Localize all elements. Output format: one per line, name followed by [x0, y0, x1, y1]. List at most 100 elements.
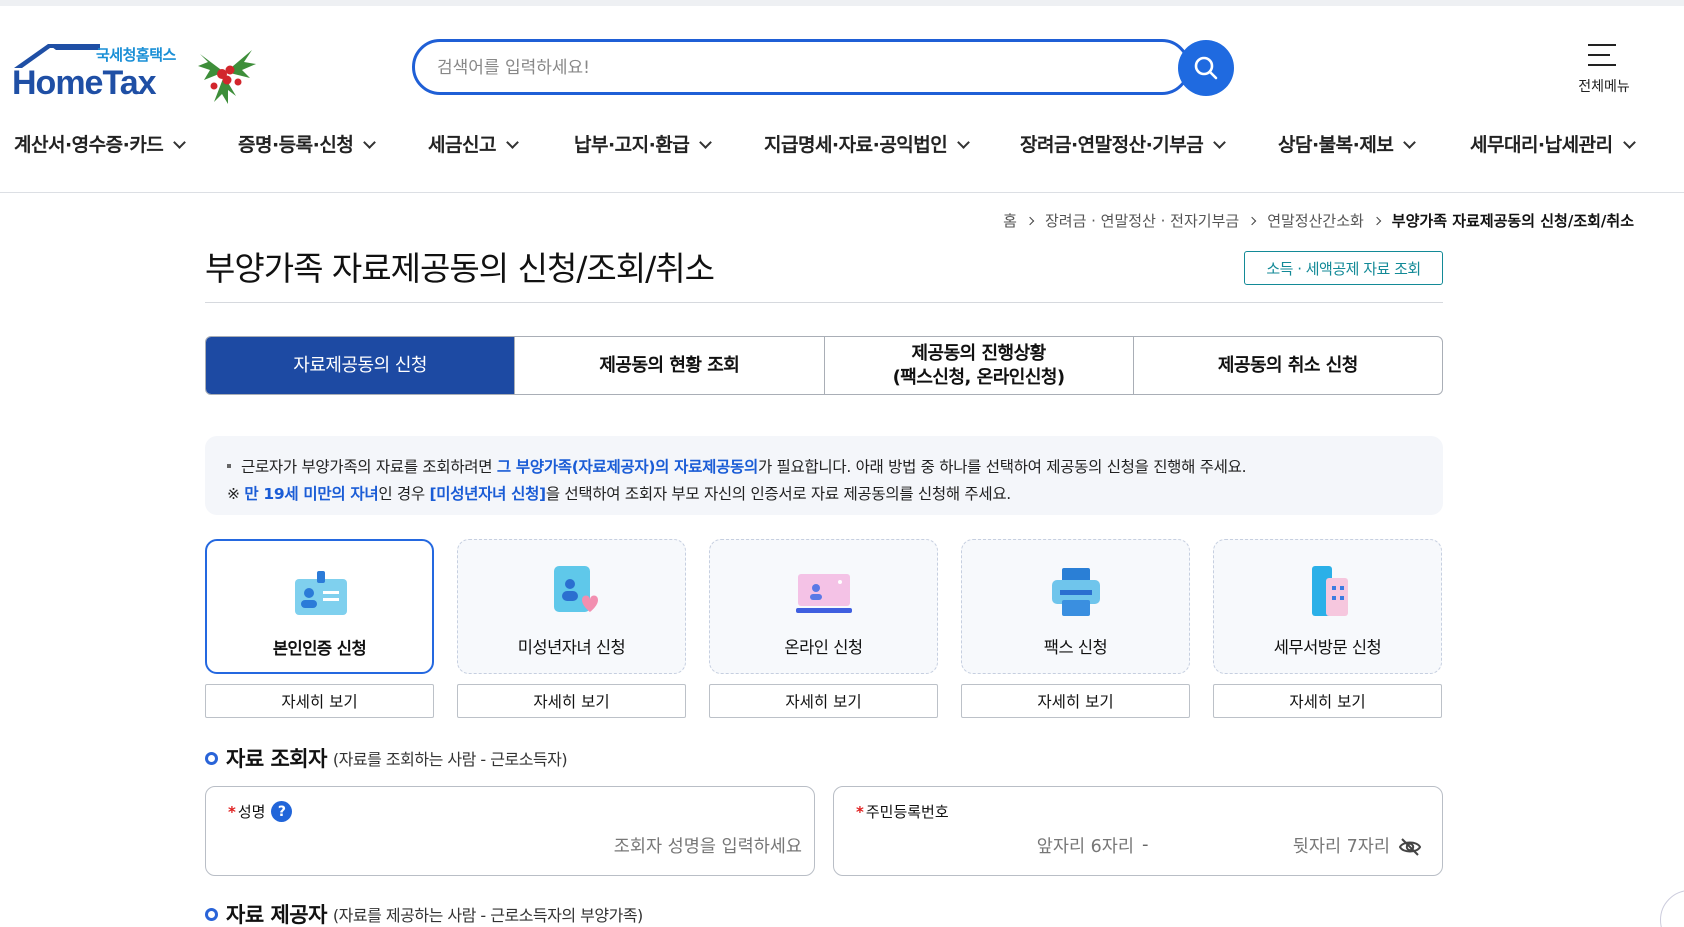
info-highlight: [미성년자녀 신청] — [429, 485, 546, 503]
tab-label: 자료제공동의 신청 — [293, 354, 427, 376]
eye-off-icon[interactable] — [1398, 835, 1422, 859]
nav-item-certificate[interactable]: 증명·등록·신청 — [238, 130, 377, 157]
breadcrumb: 홈 장려금 · 연말정산 · 전자기부금 연말정산간소화 부양가족 자료제공동의… — [1003, 210, 1634, 231]
name-field-panel: * 성명 ? — [205, 786, 815, 876]
chevron-down-icon — [699, 136, 713, 149]
nav-item-tax-report[interactable]: 세금신고 — [428, 130, 519, 157]
chevron-down-icon — [506, 136, 519, 149]
chevron-right-icon — [1025, 216, 1035, 225]
rrn-dash: - — [1142, 834, 1149, 855]
chevron-down-icon — [1403, 136, 1417, 149]
rrn-field-label: * 주민등록번호 — [856, 801, 949, 822]
holly-icon — [198, 50, 256, 104]
chevron-right-icon — [1247, 216, 1257, 225]
all-menu-label: 전체메뉴 — [1578, 79, 1630, 95]
detail-button-online[interactable]: 자세히 보기 — [709, 684, 938, 718]
chevron-down-icon — [363, 136, 377, 149]
nav-item-payment-statement[interactable]: 지급명세·자료·공익법인 — [764, 130, 971, 157]
nav-item-year-end[interactable]: 장려금·연말정산·기부금 — [1020, 130, 1227, 157]
nav-divider — [0, 192, 1684, 193]
hometax-logo[interactable]: 국세청홈택스 HomeTax — [12, 40, 256, 110]
viewer-name-input[interactable] — [228, 831, 802, 863]
method-card-fax[interactable]: 팩스 신청 — [961, 539, 1190, 674]
tab-label: 제공동의 현황 조회 — [599, 354, 740, 376]
rrn-back-input[interactable] — [1164, 831, 1390, 863]
search-button[interactable] — [1178, 40, 1234, 96]
info-line-1: 근로자가 부양가족의 자료를 조회하려면 그 부양가족(자료제공자)의 자료제공… — [227, 454, 1443, 481]
help-icon[interactable]: ? — [271, 801, 293, 822]
nav-item-label: 지급명세·자료·공익법인 — [764, 134, 948, 156]
breadcrumb-level2[interactable]: 연말정산간소화 — [1267, 210, 1364, 231]
nav-item-label: 증명·등록·신청 — [238, 134, 354, 156]
required-mark: * — [856, 802, 864, 821]
tab-consent-apply[interactable]: 자료제공동의 신청 — [206, 337, 515, 394]
name-field-label: * 성명 ? — [228, 801, 293, 822]
nav-item-label: 계산서·영수증·카드 — [14, 134, 164, 156]
field-label-text: 주민등록번호 — [865, 803, 949, 821]
hamburger-icon — [1588, 42, 1620, 68]
info-text: 근로자가 부양가족의 자료를 조회하려면 — [241, 458, 497, 476]
top-strip — [0, 0, 1684, 6]
info-note-mark: ※ — [227, 485, 245, 503]
logo-english-text: HomeTax — [12, 64, 157, 102]
nav-item-label: 상담·불복·제보 — [1278, 134, 1394, 156]
tab-consent-cancel[interactable]: 제공동의 취소 신청 — [1132, 337, 1442, 394]
nav-item-label: 장려금·연말정산·기부금 — [1020, 134, 1204, 156]
tab-consent-progress[interactable]: 제공동의 진행상황 (팩스신청, 온라인신청) — [823, 337, 1133, 394]
main-navigation: 계산서·영수증·카드 증명·등록·신청 세금신고 납부·고지·환급 지급명세·자… — [0, 130, 1684, 164]
section-title: 자료 제공자 — [226, 903, 327, 927]
method-card-label: 본인인증 신청 — [272, 639, 367, 658]
nav-item-tax-agent[interactable]: 세무대리·납세관리 — [1470, 130, 1636, 157]
nav-item-payment[interactable]: 납부·고지·환급 — [574, 130, 713, 157]
search-input[interactable] — [437, 54, 1137, 82]
nav-item-invoice[interactable]: 계산서·영수증·카드 — [14, 130, 187, 157]
nav-item-label: 납부·고지·환급 — [574, 134, 690, 156]
detail-button-fax[interactable]: 자세히 보기 — [961, 684, 1190, 718]
method-card-office-visit[interactable]: 세무서방문 신청 — [1213, 539, 1442, 674]
info-line-2: ※ 만 19세 미만의 자녀인 경우 [미성년자녀 신청]을 선택하여 조회자 … — [227, 481, 1443, 508]
child-heart-icon — [554, 566, 598, 612]
tab-label-sub: (팩스신청, 온라인신청) — [892, 366, 1066, 388]
method-card-online[interactable]: 온라인 신청 — [709, 539, 938, 674]
rrn-front-input[interactable] — [954, 831, 1134, 863]
tab-bar: 자료제공동의 신청 제공동의 현황 조회 제공동의 진행상황 (팩스신청, 온라인… — [205, 336, 1443, 395]
required-mark: * — [228, 802, 236, 821]
chevron-down-icon — [1622, 136, 1636, 149]
chevron-down-icon — [1213, 136, 1227, 149]
deduction-data-lookup-button[interactable]: 소득 · 세액공제 자료 조회 — [1244, 251, 1443, 285]
search-box — [412, 39, 1190, 95]
method-card-label: 온라인 신청 — [784, 638, 863, 657]
method-card-label: 미성년자녀 신청 — [517, 638, 626, 657]
info-text: 가 필요합니다. 아래 방법 중 하나를 선택하여 제공동의 신청을 진행해 주… — [757, 458, 1247, 476]
logo-korean-text: 국세청홈택스 — [96, 46, 176, 64]
breadcrumb-home[interactable]: 홈 — [1003, 210, 1017, 231]
nav-item-consulting[interactable]: 상담·불복·제보 — [1278, 130, 1417, 157]
method-card-minor-child[interactable]: 미성년자녀 신청 — [457, 539, 686, 674]
breadcrumb-current: 부양가족 자료제공동의 신청/조회/취소 — [1391, 212, 1634, 230]
method-card-self-auth[interactable]: 본인인증 신청 — [205, 539, 434, 674]
info-highlight: 만 19세 미만의 자녀 — [244, 485, 379, 503]
tab-consent-status[interactable]: 제공동의 현황 조회 — [514, 337, 823, 394]
info-box: 근로자가 부양가족의 자료를 조회하려면 그 부양가족(자료제공자)의 자료제공… — [205, 436, 1443, 515]
info-highlight: 그 부양가족(자료제공자)의 자료제공동의 — [496, 458, 758, 476]
detail-button-self-auth[interactable]: 자세히 보기 — [205, 684, 434, 718]
bullet-icon — [227, 464, 231, 468]
info-text: 인 경우 — [378, 485, 430, 503]
section-subtitle: (자료를 조회하는 사람 - 근로소득자) — [332, 750, 568, 769]
building-icon — [1312, 566, 1348, 616]
page-title: 부양가족 자료제공동의 신청/조회/취소 — [205, 249, 715, 288]
nav-item-label: 세금신고 — [428, 134, 496, 156]
chevron-down-icon — [957, 136, 971, 149]
info-text: 을 선택하여 조회자 부모 자신의 인증서로 자료 제공동의를 신청해 주세요. — [545, 485, 1011, 503]
all-menu-button[interactable]: 전체메뉴 — [1574, 40, 1634, 100]
tab-label: 제공동의 취소 신청 — [1217, 354, 1359, 376]
breadcrumb-level1[interactable]: 장려금 · 연말정산 · 전자기부금 — [1045, 210, 1239, 231]
method-card-label: 팩스 신청 — [1043, 638, 1108, 657]
floating-button[interactable] — [1660, 890, 1684, 927]
nav-item-label: 세무대리·납세관리 — [1470, 134, 1613, 156]
detail-button-minor-child[interactable]: 자세히 보기 — [457, 684, 686, 718]
detail-button-office-visit[interactable]: 자세히 보기 — [1213, 684, 1442, 718]
section-viewer-heading: 자료 조회자 (자료를 조회하는 사람 - 근로소득자) — [205, 743, 568, 773]
tab-label: 제공동의 진행상황 — [911, 342, 1046, 364]
search-icon — [1194, 56, 1218, 80]
